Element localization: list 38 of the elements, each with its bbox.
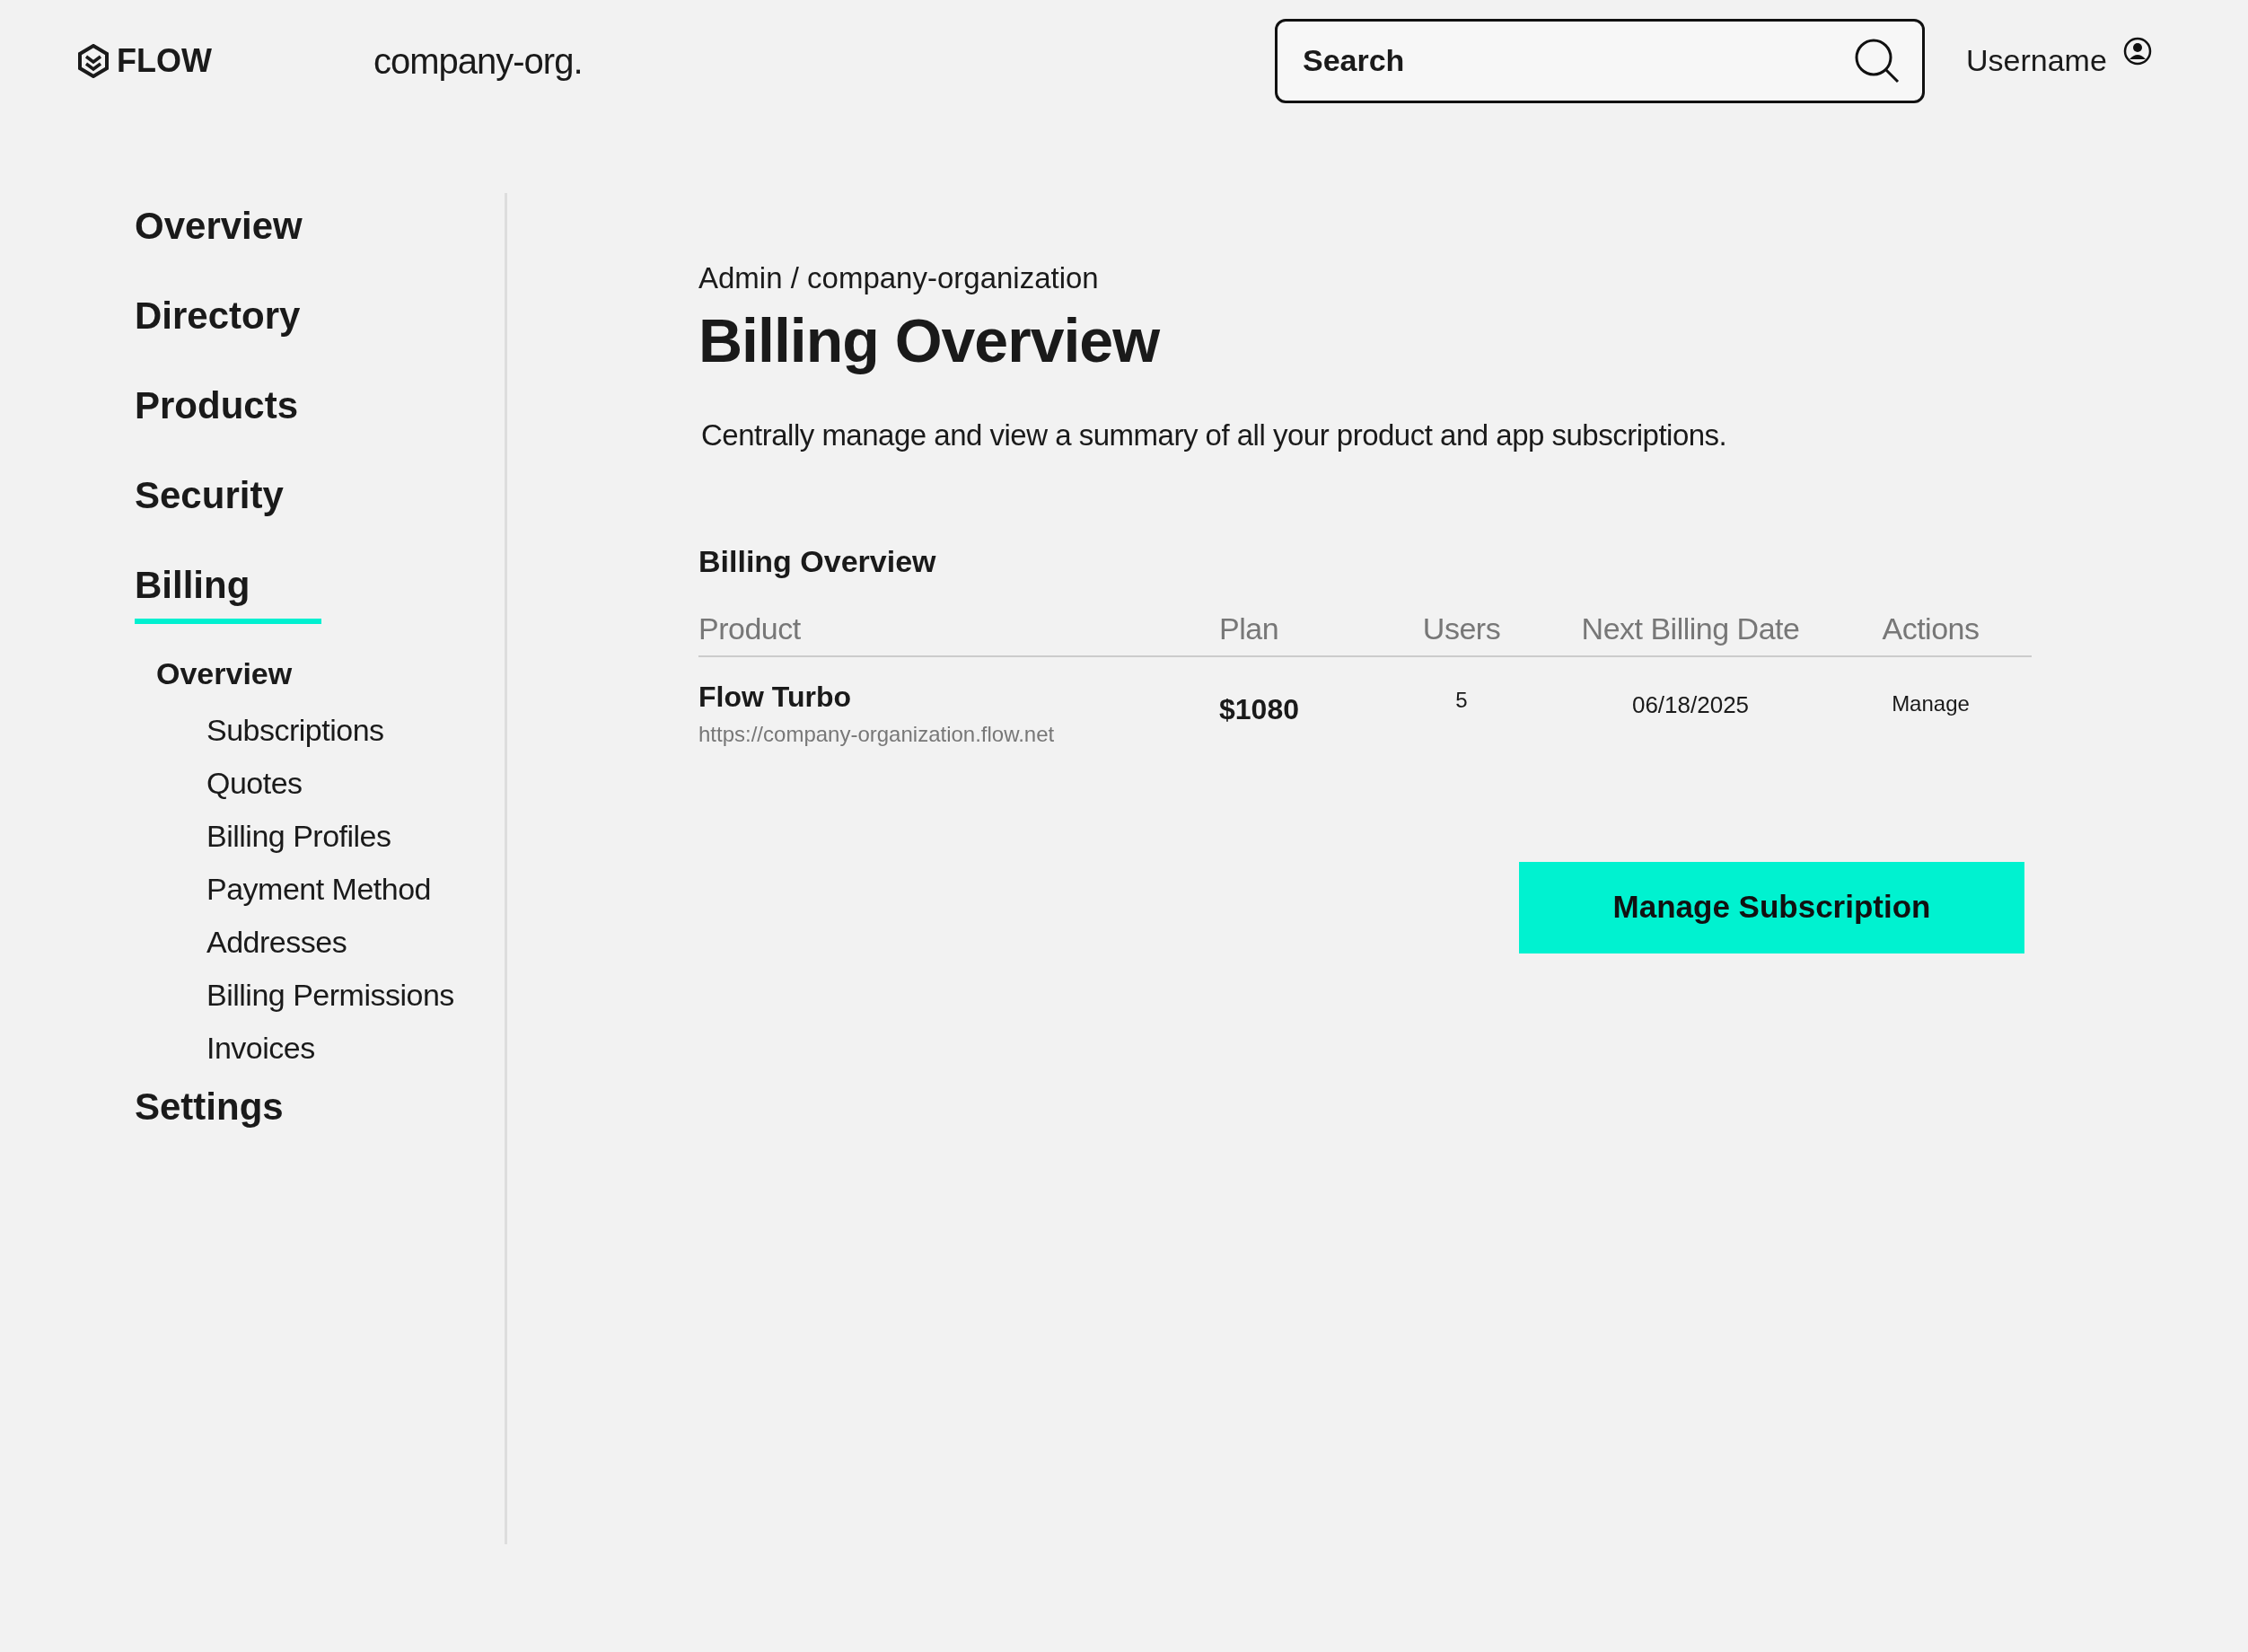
user-count: 5 xyxy=(1455,687,1468,712)
logo-text: FLOW xyxy=(117,40,212,81)
sidebar-item[interactable]: Overview xyxy=(156,651,293,697)
logo-icon xyxy=(77,43,110,78)
search-icon[interactable] xyxy=(1853,37,1901,84)
sidebar-item[interactable]: Overview xyxy=(135,198,303,254)
username[interactable]: Username xyxy=(1965,38,2107,83)
search-field[interactable]: Search xyxy=(1300,37,1804,84)
sidebar-item[interactable]: Billing Permissions xyxy=(206,972,454,1018)
sidebar-item[interactable]: Settings xyxy=(135,1078,284,1135)
breadcrumb: Admin / company-organization xyxy=(698,260,1100,296)
sidebar-item[interactable]: Products xyxy=(135,377,299,434)
sidebar-item[interactable]: Subscriptions xyxy=(206,707,384,753)
sidebar-item[interactable]: Invoices xyxy=(206,1025,315,1071)
sidebar-item[interactable]: Payment Method xyxy=(206,866,432,912)
sidebar-item[interactable]: Security xyxy=(135,467,284,523)
sidebar-item[interactable]: Billing Profiles xyxy=(206,813,391,859)
sidebar-item[interactable]: Addresses xyxy=(206,919,347,965)
plan-price: $1080 xyxy=(1219,692,1299,725)
sidebar-item[interactable]: Billing xyxy=(135,557,322,624)
table-title: Billing Overview xyxy=(698,542,937,580)
search-bar[interactable]: Search xyxy=(1274,18,1925,103)
manage-subscription-button[interactable]: Manage Subscription xyxy=(1519,861,2024,953)
organization-name: company-org. xyxy=(373,40,584,83)
product-name: Flow Turbo xyxy=(698,679,853,715)
column-header: Product xyxy=(698,605,1219,657)
page-description: Centrally manage and view a summary of all your product and app subscriptions. xyxy=(701,417,1728,454)
user-icon[interactable] xyxy=(2122,36,2152,66)
page-title: Billing Overview xyxy=(698,304,1161,376)
manage-link[interactable]: Manage xyxy=(1892,690,1970,716)
sidebar-item[interactable]: Quotes xyxy=(206,760,303,806)
product-url: https://company-organization.flow.net xyxy=(698,720,1056,748)
billing-date: 06/18/2025 xyxy=(1631,690,1750,718)
column-header: Users xyxy=(1372,605,1551,657)
sidebar-item[interactable]: Directory xyxy=(135,287,301,344)
column-header: Plan xyxy=(1219,605,1372,657)
column-header: Actions xyxy=(1830,605,2032,657)
column-header: Next Billing Date xyxy=(1551,605,1830,657)
